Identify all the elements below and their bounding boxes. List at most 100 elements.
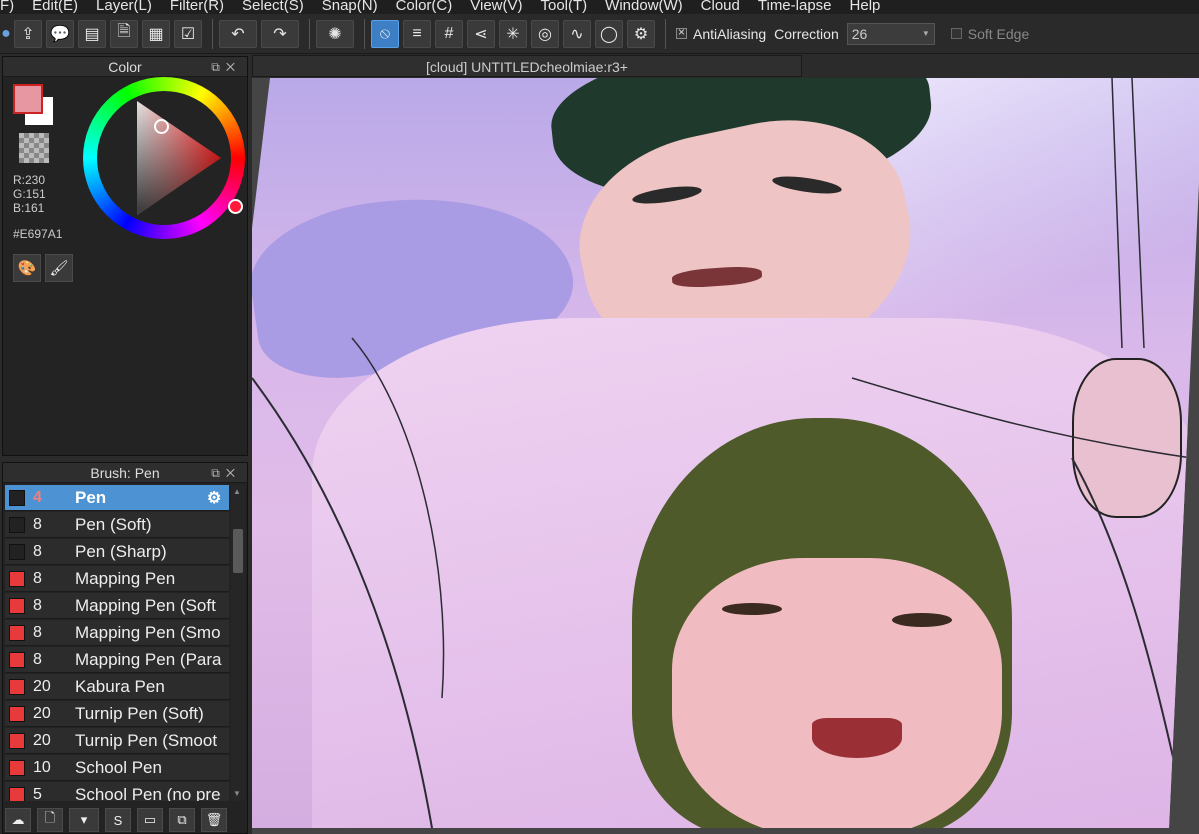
- brush-name: Turnip Pen (Smoot: [75, 730, 218, 750]
- concentric-circles-icon[interactable]: ◎: [531, 19, 559, 48]
- hue-wheel[interactable]: [83, 77, 245, 239]
- radial-lines-icon[interactable]: ✳: [499, 19, 527, 48]
- antialiasing-checkbox[interactable]: [676, 25, 687, 39]
- brush-color-swatch: [9, 651, 25, 668]
- brush-list-scrollbar[interactable]: ▲ ▼: [231, 485, 245, 801]
- trash-icon[interactable]: 🗑: [201, 808, 227, 832]
- cloud-icon[interactable]: ☁: [5, 808, 31, 832]
- folder-icon[interactable]: ▭: [137, 808, 163, 832]
- scroll-up-icon[interactable]: ▲: [233, 487, 241, 496]
- scroll-thumb[interactable]: [233, 529, 243, 573]
- foreground-color-swatch[interactable]: [13, 84, 43, 114]
- brush-color-swatch: [9, 732, 25, 749]
- new-brush-icon[interactable]: 🗋: [37, 808, 63, 832]
- hue-marker[interactable]: [228, 199, 243, 214]
- partial-icon[interactable]: ●: [1, 19, 11, 48]
- snap-off-icon[interactable]: ⦸: [371, 19, 399, 48]
- menu-layer[interactable]: Layer(L): [96, 0, 152, 14]
- undo-icon[interactable]: ↶: [219, 19, 257, 48]
- color-panel: Color ⧉✕ R:230 G:151 B:161 #E697A1 🎨 🖌: [2, 56, 248, 456]
- brush-item[interactable]: 20 Turnip Pen (Smoot: [5, 728, 229, 754]
- panel-float-close-icons[interactable]: ⧉✕: [211, 463, 241, 483]
- speech-bubble-icon[interactable]: 💬: [46, 19, 74, 48]
- brush-name: Mapping Pen: [75, 568, 176, 588]
- brush-size: 8: [33, 542, 42, 560]
- brush-name: Turnip Pen (Soft): [75, 703, 204, 723]
- palette-settings-icon[interactable]: 🖌: [45, 254, 73, 282]
- curve-icon[interactable]: ∿: [563, 19, 591, 48]
- export-icon[interactable]: ⇪: [14, 19, 42, 48]
- panel-layout-icon[interactable]: ▦: [142, 19, 170, 48]
- ellipse-icon[interactable]: ◯: [595, 19, 623, 48]
- menu-tool[interactable]: Tool(T): [541, 0, 588, 14]
- perspective-icon[interactable]: ⋖: [467, 19, 495, 48]
- comment-icon[interactable]: ▤: [78, 19, 106, 48]
- grid-icon[interactable]: #: [435, 19, 463, 48]
- canvas-tab[interactable]: [cloud] UNTITLEDcheolmiae:r3+: [252, 55, 802, 77]
- document-icon[interactable]: 🗎: [110, 19, 138, 48]
- brush-color-swatch: [9, 705, 25, 722]
- transparent-color-swatch[interactable]: [19, 133, 49, 163]
- brush-panel: Brush: Pen ⧉✕ 4 Pen ⚙ 8 Pen (Soft) 8 Pen…: [2, 462, 248, 834]
- brush-color-swatch: [9, 678, 25, 695]
- menu-file[interactable]: F): [0, 0, 14, 14]
- brush-item[interactable]: 8 Mapping Pen (Soft: [5, 593, 229, 619]
- antialiasing-label: AntiAliasing: [693, 25, 767, 42]
- scroll-down-icon[interactable]: ▼: [233, 789, 241, 798]
- menu-cloud[interactable]: Cloud: [701, 0, 740, 14]
- brush-item[interactable]: 8 Mapping Pen: [5, 566, 229, 592]
- save-brush-icon[interactable]: S: [105, 808, 131, 832]
- panel-float-close-icons[interactable]: ⧉✕: [211, 57, 241, 77]
- menu-timelapse[interactable]: Time-lapse: [758, 0, 832, 14]
- brush-color-swatch: [9, 597, 25, 614]
- menu-edit[interactable]: Edit(E): [32, 0, 78, 14]
- correction-select[interactable]: 26 ▼: [846, 22, 935, 45]
- brush-size: 4: [33, 488, 42, 506]
- brush-item[interactable]: 20 Turnip Pen (Soft): [5, 701, 229, 727]
- canvas-area[interactable]: [252, 78, 1199, 834]
- brush-panel-title: Brush: Pen: [90, 465, 160, 481]
- menu-snap[interactable]: Snap(N): [322, 0, 378, 14]
- brush-name: Mapping Pen (Soft: [75, 595, 216, 615]
- triangle-marker[interactable]: [154, 119, 169, 134]
- brush-panel-header: Brush: Pen ⧉✕: [3, 463, 247, 483]
- brush-item[interactable]: 20 Kabura Pen: [5, 674, 229, 700]
- menu-help[interactable]: Help: [850, 0, 881, 14]
- palette-icon[interactable]: 🎨: [13, 254, 41, 282]
- soft-edge-checkbox[interactable]: [950, 28, 962, 39]
- brush-color-swatch: [9, 543, 25, 560]
- brush-item[interactable]: 5 School Pen (no pre: [5, 782, 229, 801]
- brush-name: School Pen (no pre: [75, 784, 221, 802]
- rgb-readout: R:230 G:151 B:161: [13, 173, 46, 215]
- brush-item[interactable]: 8 Pen (Sharp): [5, 539, 229, 565]
- brush-menu-icon[interactable]: ▾: [69, 808, 99, 832]
- menu-color[interactable]: Color(C): [396, 0, 453, 14]
- gear-icon[interactable]: ⚙: [627, 19, 655, 48]
- brush-item[interactable]: 8 Mapping Pen (Para: [5, 647, 229, 673]
- brush-name: Pen: [75, 487, 107, 507]
- red-value: R:230: [13, 173, 46, 187]
- redo-icon[interactable]: ↷: [261, 19, 299, 48]
- menu-window[interactable]: Window(W): [605, 0, 683, 14]
- brush-item[interactable]: 8 Pen (Soft): [5, 512, 229, 538]
- brush-color-swatch: [9, 786, 25, 801]
- color-panel-header: Color ⧉✕: [3, 57, 247, 77]
- artwork-image[interactable]: [252, 78, 1199, 828]
- saturation-value-triangle[interactable]: [97, 91, 231, 225]
- duplicate-icon[interactable]: ⧉: [169, 808, 195, 832]
- brush-name: Pen (Soft): [75, 514, 152, 534]
- menu-filter[interactable]: Filter(R): [170, 0, 224, 14]
- menu-select[interactable]: Select(S): [242, 0, 304, 14]
- loading-spinner-icon[interactable]: ✺: [316, 19, 354, 48]
- menu-view[interactable]: View(V): [470, 0, 522, 14]
- correction-label: Correction: [774, 25, 839, 42]
- brush-name: Mapping Pen (Smo: [75, 622, 221, 642]
- brush-item[interactable]: 4 Pen ⚙: [5, 485, 229, 511]
- brush-item[interactable]: 8 Mapping Pen (Smo: [5, 620, 229, 646]
- gear-icon[interactable]: ⚙: [207, 488, 229, 508]
- brush-item[interactable]: 10 School Pen: [5, 755, 229, 781]
- brush-size: 5: [33, 785, 42, 802]
- parallel-lines-icon[interactable]: ≡: [403, 19, 431, 48]
- toolbar: ● ⇪ 💬 ▤ 🗎 ▦ ☑ ↶ ↷ ✺ ⦸ ≡ # ⋖ ✳ ◎ ∿ ◯ ⚙ An…: [0, 14, 1199, 54]
- checklist-icon[interactable]: ☑: [174, 19, 202, 48]
